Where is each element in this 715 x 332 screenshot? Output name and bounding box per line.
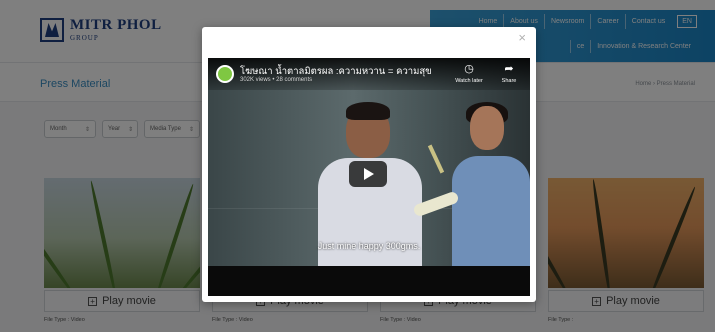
- clock-icon: ◷: [464, 63, 474, 75]
- play-icon[interactable]: [349, 161, 387, 187]
- youtube-player[interactable]: โฆษณา น้ำตาลมิตรผล :ความหวาน = ความสุข 3…: [208, 58, 530, 296]
- channel-avatar[interactable]: [216, 65, 234, 83]
- watch-later-button[interactable]: ◷ Watch later: [452, 63, 486, 84]
- video-letterbox: [208, 266, 530, 296]
- video-top-bar: โฆษณา น้ำตาลมิตรผล :ความหวาน = ความสุข 3…: [208, 58, 530, 90]
- video-modal: × โฆษณา น้ำตาลมิตรผล :ความหวาน = ความสุข…: [202, 27, 536, 302]
- watch-later-label: Watch later: [455, 78, 483, 84]
- share-button[interactable]: ➦ Share: [492, 63, 526, 84]
- video-meta: 302K views • 28 comments: [240, 77, 313, 83]
- video-subtitle: Just mine happy 300gms.: [317, 241, 421, 251]
- share-label: Share: [501, 78, 517, 84]
- close-icon[interactable]: ×: [518, 30, 526, 45]
- share-arrow-icon: ➦: [504, 63, 514, 75]
